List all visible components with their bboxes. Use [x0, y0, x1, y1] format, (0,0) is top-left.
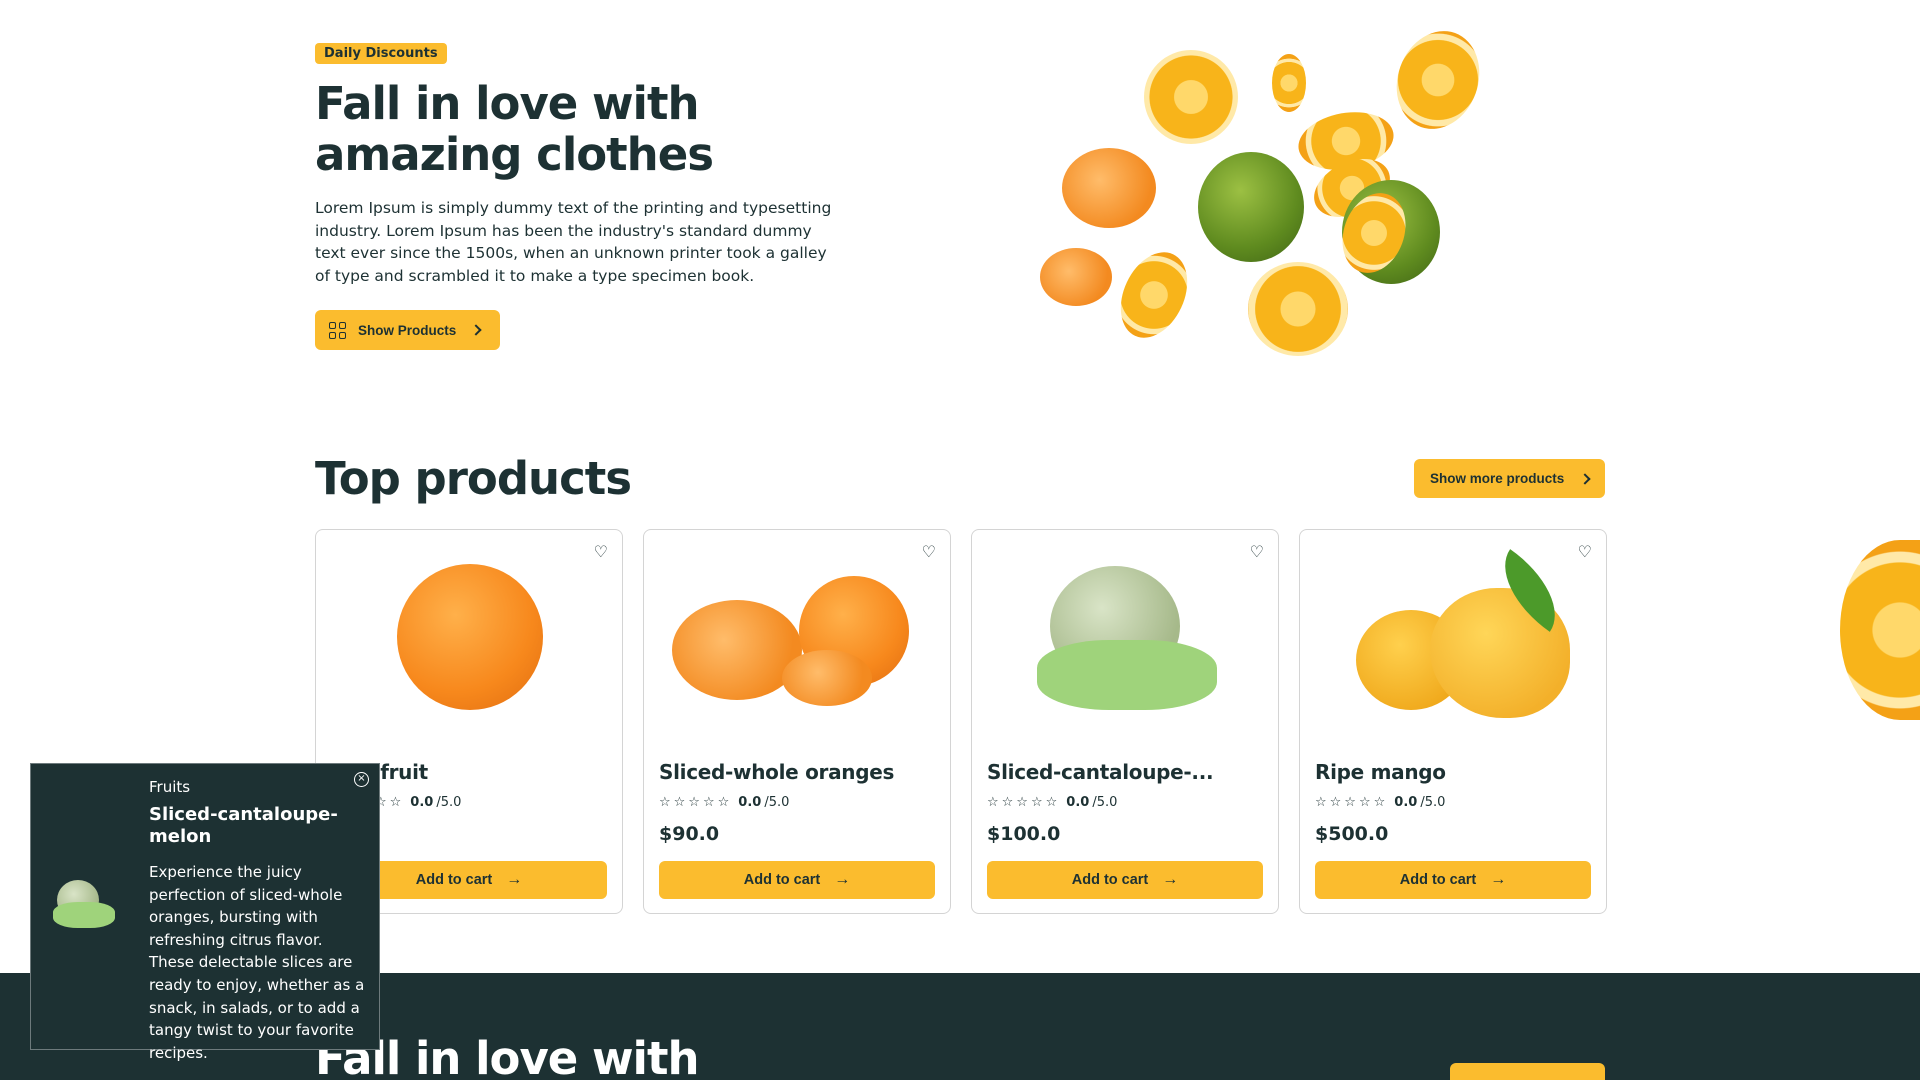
arrow-right-icon: →: [1490, 871, 1507, 888]
star-icons: ☆☆☆☆☆: [987, 795, 1061, 810]
product-price: $100.0: [987, 823, 1061, 845]
product-card-ripe-mango[interactable]: ♡ Ripe mango ☆☆☆☆☆ 0.0/5.0 $500.0 Add to…: [1299, 529, 1607, 914]
arrow-right-icon: →: [834, 871, 851, 888]
chevron-right-icon: [470, 324, 482, 336]
product-image-sliced-oranges: [644, 550, 950, 730]
product-rating: ☆☆☆☆☆ 0.0/5.0: [987, 795, 1118, 810]
product-name: Sliced-whole oranges: [659, 760, 895, 784]
add-to-cart-button[interactable]: Add to cart →: [987, 861, 1263, 899]
product-image-mango: [1300, 549, 1606, 730]
grid-icon: [329, 321, 346, 339]
product-image-orange: [316, 550, 622, 730]
popup-title: Sliced-cantaloupe-melon: [149, 804, 338, 847]
add-to-cart-button[interactable]: Add to cart →: [1315, 861, 1591, 899]
product-price: $500.0: [1315, 823, 1389, 845]
show-products-button[interactable]: Show Products: [315, 310, 500, 350]
hero-title: Fall in love with amazing clothes: [315, 77, 714, 181]
product-price: $90.0: [659, 823, 720, 845]
product-rating: ☆☆☆☆☆ 0.0/5.0: [1315, 795, 1446, 810]
show-more-label: Show more products: [1430, 471, 1565, 486]
popup-thumbnail: [49, 874, 119, 934]
product-card-sliced-cantaloupe-melon[interactable]: ♡ Sliced-cantaloupe-... ☆☆☆☆☆ 0.0/5.0 $1…: [971, 529, 1279, 914]
promo-band-button[interactable]: [1450, 1063, 1605, 1080]
arrow-right-icon: →: [506, 871, 523, 888]
top-products-title: Top products: [315, 452, 632, 505]
hero-description: Lorem Ipsum is simply dummy text of the …: [315, 199, 832, 285]
popup-category: Fruits: [149, 778, 191, 796]
daily-discounts-badge: Daily Discounts: [315, 43, 447, 64]
product-name: Ripe mango: [1315, 760, 1446, 784]
star-icons: ☆☆☆☆☆: [659, 795, 733, 810]
arrow-right-icon: →: [1162, 871, 1179, 888]
product-quickview-popup: × Fruits Sliced-cantaloupe-melon Experie…: [30, 763, 380, 1062]
product-image-cantaloupe: [972, 550, 1278, 730]
star-icons: ☆☆☆☆☆: [1315, 795, 1389, 810]
page: Daily Discounts Fall in love with amazin…: [0, 0, 1920, 1080]
popup-description: Experience the juicy perfection of slice…: [149, 863, 365, 1062]
chevron-right-icon: [1579, 472, 1591, 485]
product-card-sliced-whole-oranges[interactable]: ♡ Sliced-whole oranges ☆☆☆☆☆ 0.0/5.0 $90…: [643, 529, 951, 914]
show-more-products-button[interactable]: Show more products: [1414, 459, 1605, 498]
product-rating: ☆☆☆☆☆ 0.0/5.0: [659, 795, 790, 810]
product-name: Sliced-cantaloupe-...: [987, 760, 1214, 784]
close-icon[interactable]: ×: [354, 772, 369, 787]
add-to-cart-button[interactable]: Add to cart →: [659, 861, 935, 899]
show-products-label: Show Products: [358, 322, 457, 338]
